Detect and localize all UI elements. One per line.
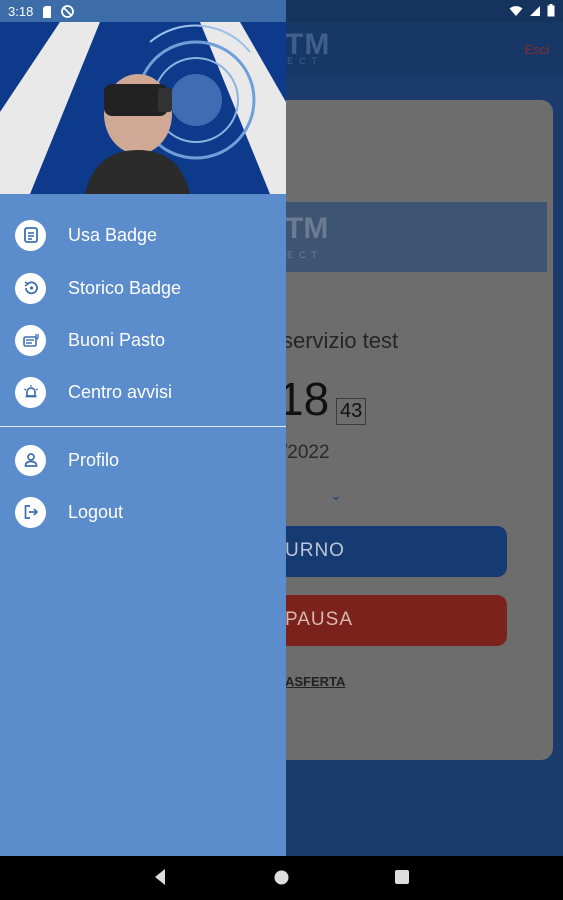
menu-item-usa-badge[interactable]: Usa Badge bbox=[0, 211, 286, 259]
meal-voucher-icon bbox=[15, 324, 46, 356]
turno-button[interactable]: URNO bbox=[270, 526, 507, 577]
card-banner-logo: TM bbox=[285, 212, 329, 245]
alarm-bell-icon bbox=[15, 376, 46, 408]
exit-link[interactable]: Esci bbox=[524, 42, 549, 57]
drawer-header-image bbox=[0, 22, 286, 194]
menu-divider bbox=[0, 426, 286, 427]
chevron-down-icon[interactable]: ⌄ bbox=[330, 487, 342, 504]
pausa-button[interactable]: PAUSA bbox=[270, 595, 507, 646]
menu-item-centro-avvisi[interactable]: Centro avvisi bbox=[0, 368, 286, 416]
no-sync-icon bbox=[61, 5, 75, 18]
menu-item-label: Logout bbox=[68, 501, 124, 522]
user-icon bbox=[15, 444, 46, 476]
home-icon[interactable] bbox=[274, 870, 289, 885]
card-banner-subtitle: ECT bbox=[287, 250, 323, 260]
menu-item-storico-badge[interactable]: Storico Badge bbox=[0, 264, 286, 312]
service-name: servizio test bbox=[282, 328, 399, 353]
system-navigation-bar bbox=[0, 856, 563, 900]
menu-item-label: Storico Badge bbox=[68, 277, 182, 298]
recents-icon[interactable] bbox=[395, 870, 409, 884]
status-time: 3:18 bbox=[8, 4, 34, 19]
menu-item-label: Profilo bbox=[68, 449, 120, 470]
menu-item-profilo[interactable]: Profilo bbox=[0, 436, 286, 484]
drawer-status-area: 3:18 bbox=[0, 0, 286, 22]
menu-item-label: Buoni Pasto bbox=[68, 329, 166, 350]
menu-item-buoni-pasto[interactable]: Buoni Pasto bbox=[0, 316, 286, 364]
logout-icon bbox=[15, 496, 46, 528]
trasferta-link[interactable]: ASFERTA bbox=[285, 674, 345, 689]
sd-card-icon bbox=[43, 5, 52, 18]
app-logo-subtitle: ECT bbox=[287, 56, 323, 66]
current-date: /2022 bbox=[282, 442, 330, 463]
navigation-drawer: 3:18 Usa Badge Storico Badge Buoni Pasto… bbox=[0, 0, 286, 856]
badge-icon bbox=[15, 219, 46, 251]
badge-card bbox=[250, 100, 553, 760]
cell-signal-icon bbox=[530, 5, 540, 16]
battery-icon bbox=[547, 4, 555, 17]
menu-item-logout[interactable]: Logout bbox=[0, 488, 286, 536]
back-icon[interactable] bbox=[153, 868, 167, 886]
wifi-icon bbox=[509, 5, 523, 16]
clock-seconds: 43 bbox=[336, 398, 367, 425]
menu-item-label: Usa Badge bbox=[68, 224, 158, 245]
history-icon bbox=[15, 272, 46, 304]
menu-item-label: Centro avvisi bbox=[68, 381, 173, 402]
